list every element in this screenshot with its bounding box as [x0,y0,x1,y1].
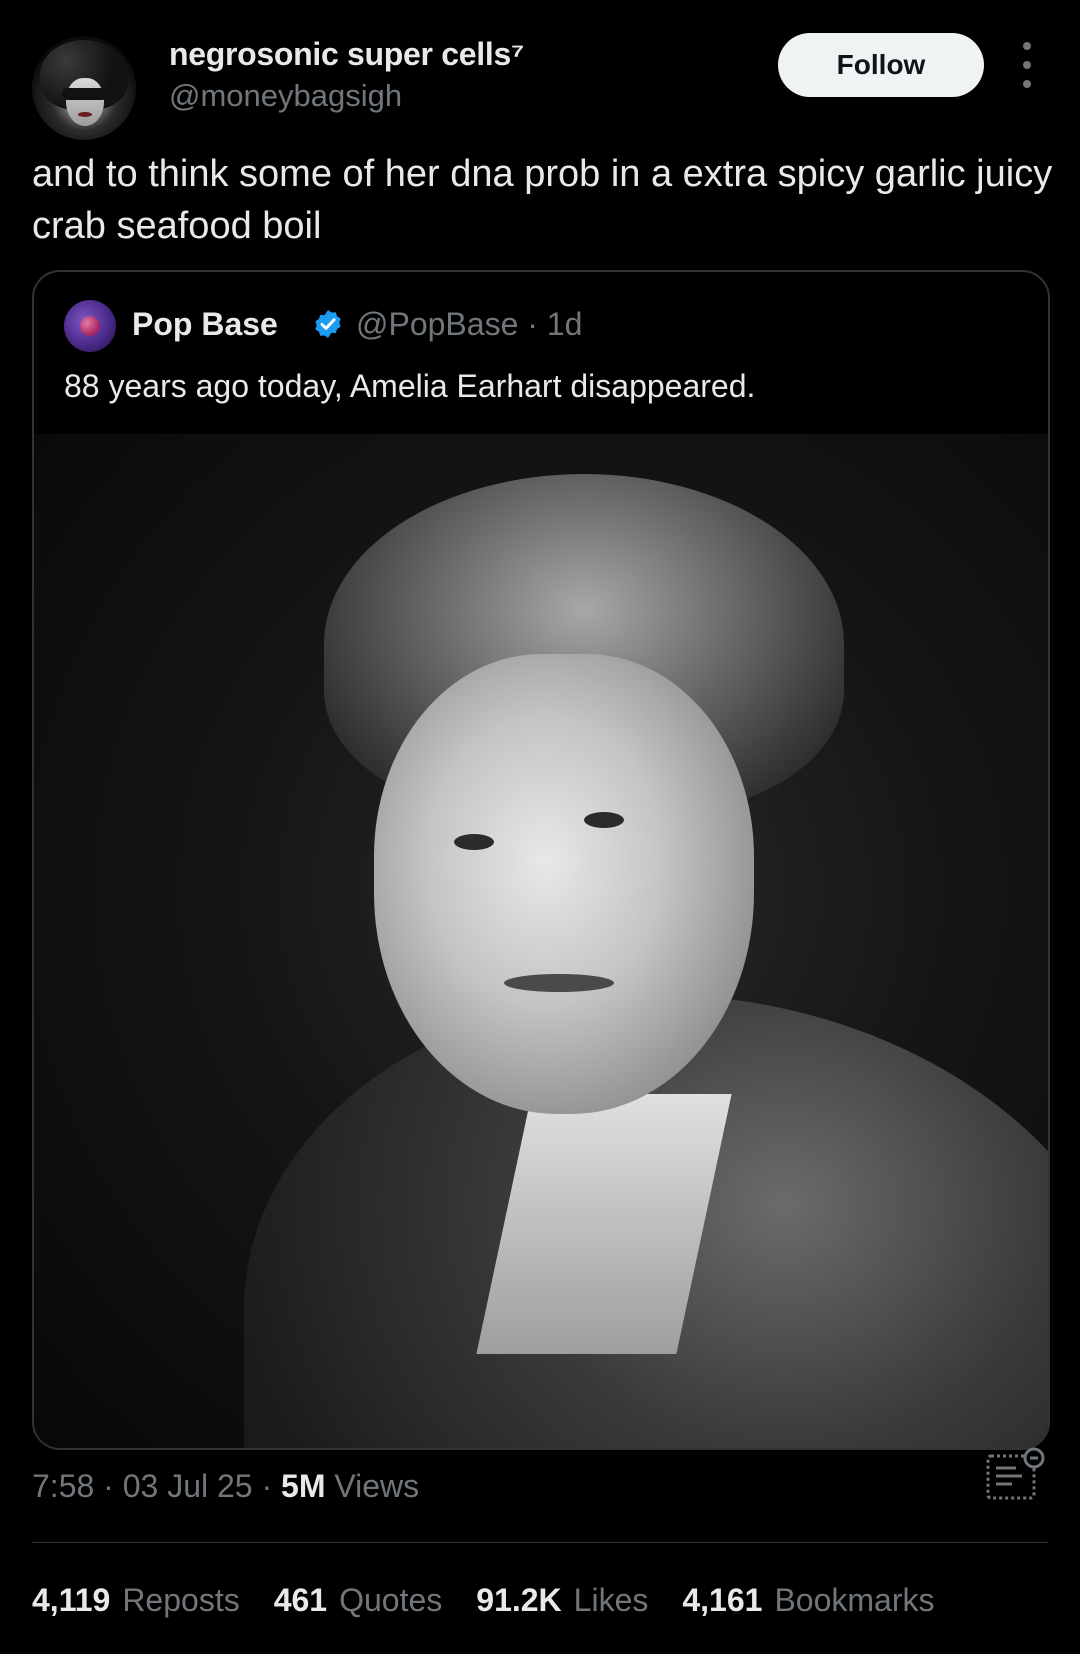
verified-badge-icon [315,310,341,338]
post-analytics-icon[interactable] [986,1446,1046,1502]
quoted-post-photo[interactable] [34,434,1048,1448]
photo-eye [454,834,494,850]
bookmarks-count: 4,161 [682,1582,763,1618]
bookmarks-label: Bookmarks [774,1582,935,1618]
quoted-author-handle-time: @PopBase · 1d [356,306,583,342]
quoted-author-avatar[interactable] [64,300,116,352]
post-time-date[interactable]: 7:58 · 03 Jul 25 · [32,1468,281,1504]
likes-count: 91.2K [476,1582,562,1618]
reposts-stat[interactable]: 4,119 Reposts [32,1582,240,1619]
views-label: Views [325,1468,420,1504]
more-dot [1023,42,1031,50]
author-avatar[interactable] [32,36,136,140]
quoted-post-card[interactable]: Pop Base @PopBase · 1d 88 years ago toda… [32,270,1050,1450]
author-handle[interactable]: @moneybagsigh [169,78,402,114]
more-vertical-icon[interactable] [1012,42,1042,88]
more-dot [1023,80,1031,88]
photo-mouth [504,974,614,992]
photo-eye [584,812,624,828]
tweet-header: negrosonic super cells⁷ @moneybagsigh Fo… [32,30,1048,140]
avatar-sunglasses [62,88,108,100]
quoted-author-name[interactable]: Pop Base [132,306,278,343]
quotes-label: Quotes [339,1582,443,1618]
post-timestamp-views: 7:58 · 03 Jul 25 · 5M Views [32,1468,419,1505]
avatar-lips [78,112,92,117]
reposts-label: Reposts [122,1582,240,1618]
divider [32,1542,1048,1543]
follow-button[interactable]: Follow [778,33,984,97]
bookmarks-stat[interactable]: 4,161 Bookmarks [682,1582,934,1619]
more-dot [1023,61,1031,69]
engagement-bar: 4,119 Reposts 461 Quotes 91.2K Likes 4,1… [32,1582,934,1619]
quoted-post-text: 88 years ago today, Amelia Earhart disap… [64,368,756,404]
quotes-stat[interactable]: 461 Quotes [274,1582,443,1619]
views-count: 5M [281,1468,326,1504]
avatar-face [66,78,104,126]
likes-stat[interactable]: 91.2K Likes [476,1582,648,1619]
quotes-count: 461 [273,1582,328,1618]
reposts-count: 4,119 [32,1582,111,1618]
quoted-post-header: Pop Base @PopBase · 1d [64,300,1024,354]
author-display-name[interactable]: negrosonic super cells⁷ [169,36,524,73]
likes-label: Likes [573,1582,649,1618]
tweet-text: and to think some of her dna prob in a e… [32,153,1053,247]
photo-face [374,654,754,1114]
cherry-logo-icon [80,316,100,336]
